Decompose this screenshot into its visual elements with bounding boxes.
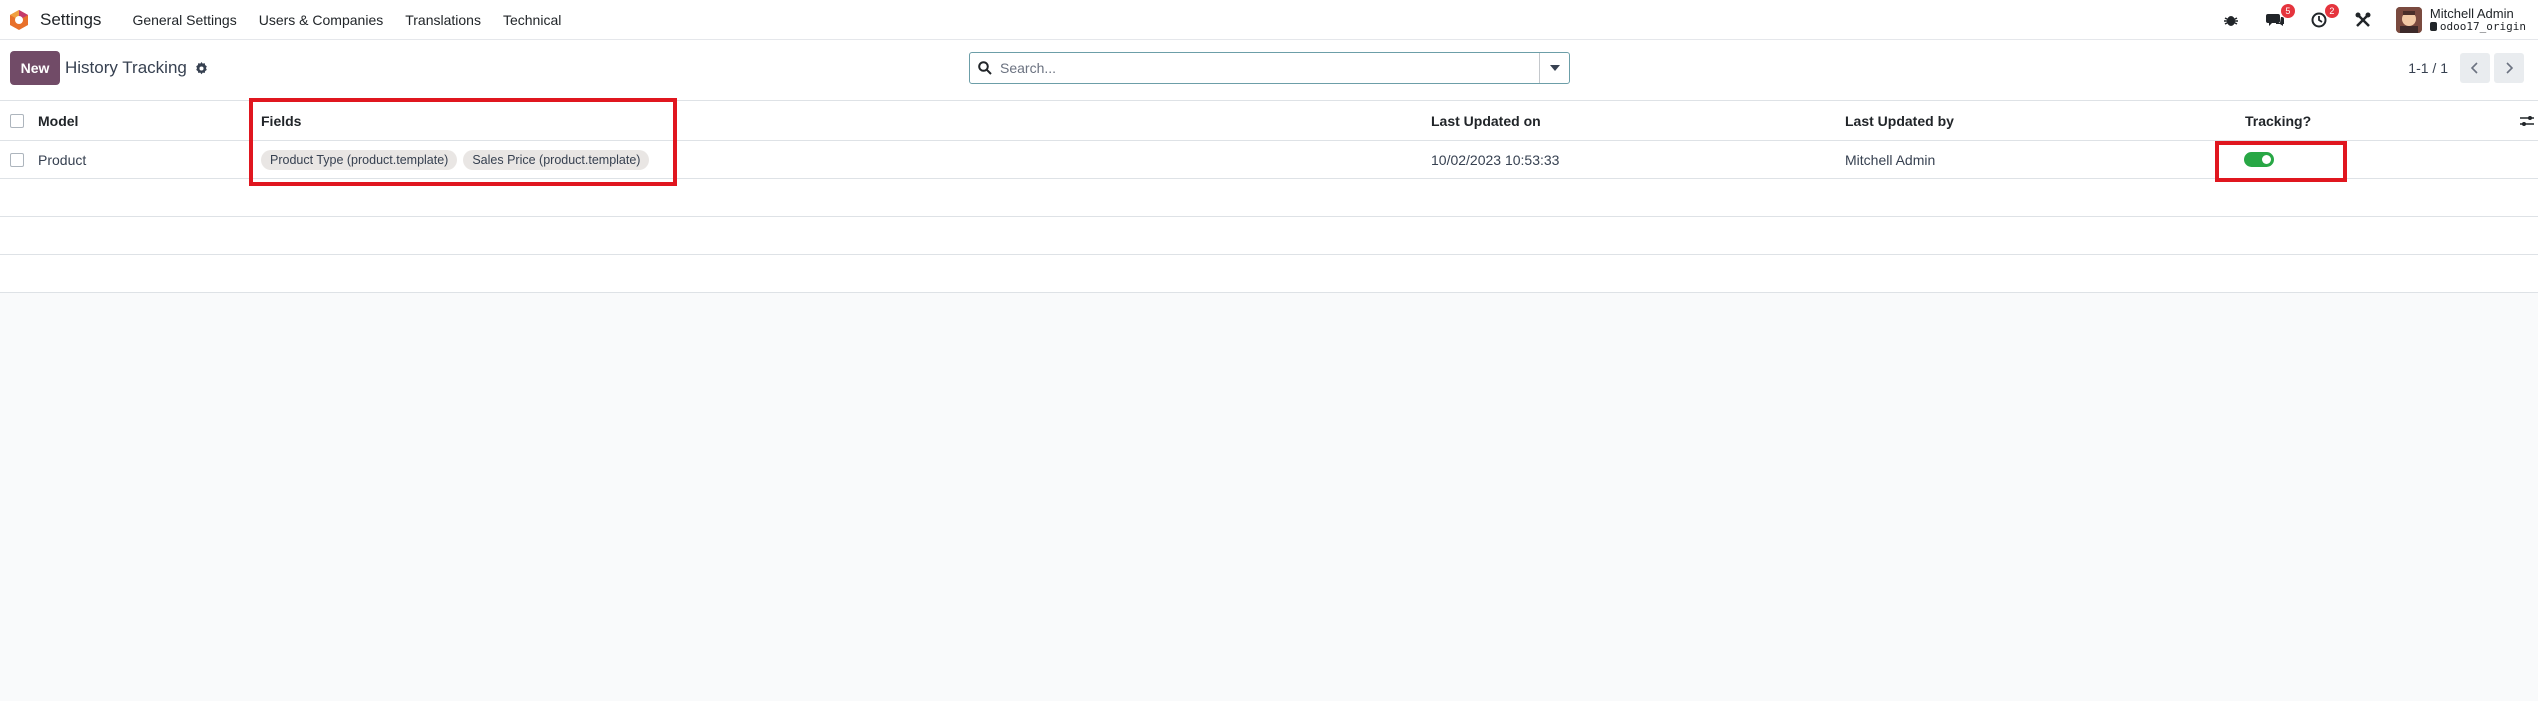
- pager-previous-button[interactable]: [2460, 53, 2490, 83]
- highlight-fields-box: [249, 98, 677, 186]
- empty-row: [0, 217, 2538, 255]
- systray: 5 2 Mitchell Admin odoo17_origin: [2220, 0, 2538, 40]
- main-menu: General Settings Users & Companies Trans…: [121, 12, 572, 28]
- database-name: odoo17_origin: [2429, 20, 2526, 33]
- user-avatar[interactable]: [2395, 7, 2422, 33]
- search-input[interactable]: [1000, 53, 1539, 83]
- optional-columns-toggle[interactable]: [2520, 101, 2534, 140]
- column-header-tracking[interactable]: Tracking?: [2245, 101, 2311, 140]
- database-icon: [2429, 22, 2437, 31]
- search-icon: [970, 61, 1000, 75]
- menu-general-settings[interactable]: General Settings: [121, 12, 247, 28]
- breadcrumb: History Tracking: [65, 58, 208, 78]
- search-bar: [969, 52, 1570, 84]
- row-checkbox-cell: [10, 141, 24, 178]
- top-navbar: Settings General Settings Users & Compan…: [0, 0, 2538, 40]
- database-label: odoo17_origin: [2439, 20, 2526, 33]
- menu-users-companies[interactable]: Users & Companies: [248, 12, 395, 28]
- user-menu[interactable]: Mitchell Admin odoo17_origin: [2429, 6, 2526, 33]
- messages-icon[interactable]: 5: [2264, 4, 2295, 31]
- messages-badge: 5: [2280, 4, 2295, 18]
- pager: 1-1 / 1: [2408, 53, 2524, 83]
- row-checkbox[interactable]: [10, 152, 24, 167]
- pager-value[interactable]: 1-1 / 1: [2408, 60, 2448, 76]
- cell-last-updated-on[interactable]: 10/02/2023 10:53:33: [1431, 141, 1559, 178]
- search-options-toggle[interactable]: [1539, 53, 1569, 83]
- new-button[interactable]: New: [10, 51, 60, 85]
- pager-next-button[interactable]: [2494, 53, 2524, 83]
- bug-icon[interactable]: [2220, 9, 2242, 31]
- select-all-checkbox[interactable]: [10, 113, 24, 128]
- control-panel: New History Tracking 1-1 / 1: [0, 40, 2538, 100]
- select-all-checkbox-cell: [10, 101, 24, 140]
- caret-down-icon: [1549, 65, 1560, 71]
- cell-last-updated-by[interactable]: Mitchell Admin: [1845, 141, 1935, 178]
- empty-row: [0, 255, 2538, 293]
- chevron-right-icon: [2506, 62, 2513, 74]
- activities-badge: 2: [2324, 4, 2339, 18]
- gear-icon[interactable]: [195, 61, 208, 75]
- user-name: Mitchell Admin: [2429, 6, 2514, 21]
- highlight-tracking-box: [2215, 141, 2347, 182]
- menu-technical[interactable]: Technical: [492, 12, 572, 28]
- page-title: History Tracking: [65, 58, 187, 77]
- sliders-icon: [2520, 115, 2534, 126]
- app-title[interactable]: Settings: [40, 10, 101, 30]
- menu-translations[interactable]: Translations: [394, 12, 492, 28]
- activities-clock-icon[interactable]: 2: [2308, 4, 2339, 31]
- column-header-last-updated-on[interactable]: Last Updated on: [1431, 101, 1541, 140]
- odoo-logo-icon[interactable]: [8, 9, 30, 31]
- cell-model[interactable]: Product: [38, 141, 86, 178]
- chevron-left-icon: [2471, 62, 2478, 74]
- column-header-model[interactable]: Model: [38, 101, 78, 140]
- column-header-last-updated-by[interactable]: Last Updated by: [1845, 101, 1954, 140]
- debug-tools-icon[interactable]: [2352, 9, 2374, 31]
